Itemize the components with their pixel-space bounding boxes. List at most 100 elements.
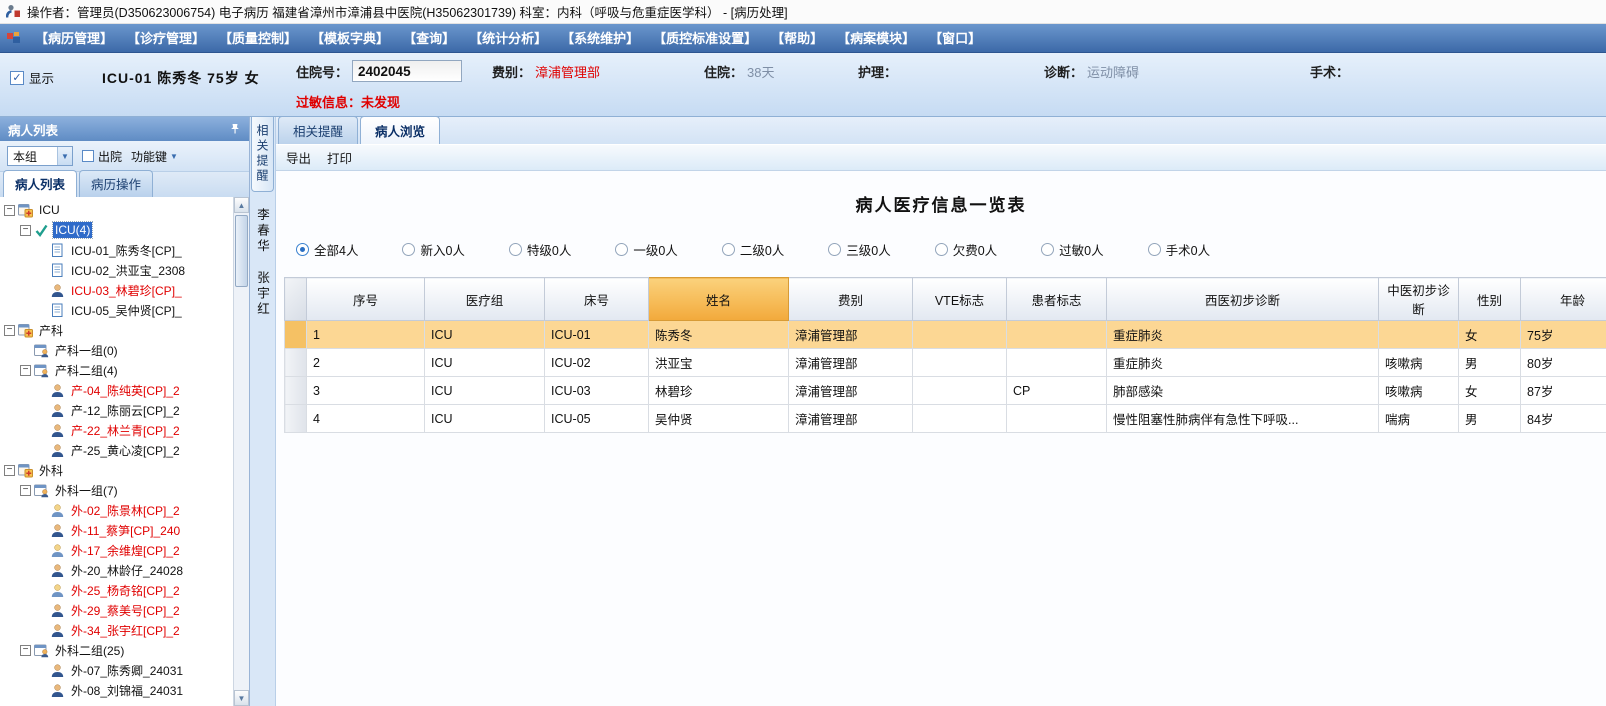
- menu-item[interactable]: 【系统维护】: [554, 24, 646, 53]
- cell[interactable]: ICU-03: [544, 376, 649, 405]
- tree-item[interactable]: 产-25_黄心凌[CP]_2: [0, 440, 232, 460]
- column-header[interactable]: 西医初步诊断: [1106, 277, 1379, 321]
- cell[interactable]: 84岁: [1520, 404, 1606, 433]
- cell[interactable]: 女: [1458, 376, 1521, 405]
- column-header[interactable]: 医疗组: [424, 277, 545, 321]
- menu-item[interactable]: 【病历管理】: [28, 24, 120, 53]
- cell[interactable]: 漳浦管理部: [788, 320, 913, 349]
- cell[interactable]: 陈秀冬: [648, 320, 789, 349]
- cell[interactable]: 漳浦管理部: [788, 376, 913, 405]
- tree-item[interactable]: 外-25_杨奇铭[CP]_2: [0, 580, 232, 600]
- expander-icon[interactable]: −: [20, 644, 31, 656]
- expander-icon[interactable]: −: [20, 364, 31, 376]
- sidebar-tab-1[interactable]: 病历操作: [79, 170, 154, 197]
- tree-item[interactable]: − 外科: [0, 460, 232, 480]
- cell[interactable]: 漳浦管理部: [788, 404, 913, 433]
- menu-item[interactable]: 【模板字典】: [304, 24, 396, 53]
- tree-item[interactable]: 外-11_蔡笋[CP]_240: [0, 520, 232, 540]
- cell[interactable]: 喘病: [1378, 404, 1459, 433]
- cell[interactable]: 肺部感染: [1106, 376, 1379, 405]
- collapsed-tab-related-reminders[interactable]: 相关提醒: [251, 117, 274, 192]
- expander-icon[interactable]: −: [20, 224, 31, 236]
- cell[interactable]: [912, 320, 1007, 349]
- main-tab-1[interactable]: 病人浏览: [360, 116, 441, 144]
- tree-item[interactable]: − 外科一组(7): [0, 480, 232, 500]
- filter-radio-4[interactable]: 二级0人: [721, 240, 784, 259]
- cell[interactable]: 4: [306, 404, 425, 433]
- strip-name-1[interactable]: 张宇红: [253, 271, 272, 318]
- expander-icon[interactable]: −: [4, 324, 15, 336]
- strip-name-0[interactable]: 李春华: [253, 208, 272, 255]
- cell[interactable]: 男: [1458, 348, 1521, 377]
- cell[interactable]: 1: [306, 320, 425, 349]
- tree-item[interactable]: 产-22_林兰青[CP]_2: [0, 420, 232, 440]
- cell[interactable]: 慢性阻塞性肺病伴有急性下呼吸...: [1106, 404, 1379, 433]
- column-header[interactable]: VTE标志: [912, 277, 1007, 321]
- cell[interactable]: 咳嗽病: [1378, 348, 1459, 377]
- tree-item[interactable]: 外-02_陈景林[CP]_2: [0, 500, 232, 520]
- cell[interactable]: ICU: [424, 348, 545, 377]
- cell[interactable]: 洪亚宝: [648, 348, 789, 377]
- cell[interactable]: 重症肺炎: [1106, 320, 1379, 349]
- cell[interactable]: [912, 376, 1007, 405]
- scroll-down-icon[interactable]: ▼: [234, 690, 249, 706]
- filter-radio-2[interactable]: 特级0人: [508, 240, 571, 259]
- menu-item[interactable]: 【诊疗管理】: [120, 24, 212, 53]
- tree-item[interactable]: ICU-05_吴仲贤[CP]_: [0, 300, 232, 320]
- column-header[interactable]: 序号: [306, 277, 425, 321]
- tree-item[interactable]: − ICU: [0, 200, 232, 220]
- pin-icon[interactable]: [229, 123, 241, 135]
- cell[interactable]: [912, 348, 1007, 377]
- cell[interactable]: 2: [306, 348, 425, 377]
- tree-item[interactable]: 外-29_蔡美号[CP]_2: [0, 600, 232, 620]
- tree-item[interactable]: 产-12_陈丽云[CP]_2: [0, 400, 232, 420]
- tree-item[interactable]: 产-04_陈纯英[CP]_2: [0, 380, 232, 400]
- column-header[interactable]: 患者标志: [1006, 277, 1107, 321]
- cell[interactable]: CP: [1006, 376, 1107, 405]
- filter-radio-5[interactable]: 三级0人: [828, 240, 891, 259]
- toolbar-button[interactable]: 导出: [286, 148, 311, 167]
- menu-item[interactable]: 【查询】: [396, 24, 462, 53]
- tree-item[interactable]: − 外科二组(25): [0, 640, 232, 660]
- main-tab-0[interactable]: 相关提醒: [278, 116, 359, 144]
- menu-item[interactable]: 【窗口】: [922, 24, 988, 53]
- filter-radio-1[interactable]: 新入0人: [402, 240, 465, 259]
- tree-scrollbar[interactable]: ▲ ▼: [233, 197, 249, 706]
- scrollbar-thumb[interactable]: [235, 215, 248, 287]
- cell[interactable]: ICU: [424, 404, 545, 433]
- tree-item[interactable]: − 产科二组(4): [0, 360, 232, 380]
- tree-item[interactable]: − ICU(4): [0, 220, 232, 240]
- admission-no-input[interactable]: 2402045: [352, 60, 463, 82]
- scroll-up-icon[interactable]: ▲: [234, 197, 249, 213]
- table-row[interactable]: 2 ICU ICU-02 洪亚宝 漳浦管理部 重症肺炎 咳嗽病男 80岁: [284, 348, 1606, 377]
- table-row[interactable]: 4 ICU ICU-05 吴仲贤 漳浦管理部 慢性阻塞性肺病伴有急性下呼吸... 喘病男 84…: [284, 404, 1606, 433]
- tree-item[interactable]: ICU-03_林碧珍[CP]_: [0, 280, 232, 300]
- cell[interactable]: 重症肺炎: [1106, 348, 1379, 377]
- cell[interactable]: [1006, 404, 1107, 433]
- table-row[interactable]: 1 ICU ICU-01 陈秀冬 漳浦管理部 重症肺炎 女 75岁: [284, 320, 1606, 349]
- filter-radio-0[interactable]: 全部4人: [296, 240, 358, 259]
- expander-icon[interactable]: −: [20, 484, 31, 496]
- table-row[interactable]: 3 ICU ICU-03 林碧珍 漳浦管理部 CP 肺部感染 咳嗽病女 87岁: [284, 376, 1606, 405]
- tree-item[interactable]: 外-20_林龄仔_24028: [0, 560, 232, 580]
- cell[interactable]: 75岁: [1520, 320, 1606, 349]
- discharge-checkbox[interactable]: 出院: [82, 148, 122, 165]
- column-header[interactable]: 性别: [1458, 277, 1521, 321]
- tree-item[interactable]: ICU-01_陈秀冬[CP]_: [0, 240, 232, 260]
- column-header[interactable]: 费别: [788, 277, 913, 321]
- column-header[interactable]: 中医初步诊断: [1378, 277, 1459, 321]
- filter-radio-3[interactable]: 一级0人: [615, 240, 678, 259]
- menu-item[interactable]: 【质控标准设置】: [646, 24, 764, 53]
- show-checkbox[interactable]: ✓ 显示: [10, 68, 54, 87]
- cell[interactable]: ICU: [424, 376, 545, 405]
- column-header[interactable]: 姓名: [648, 277, 789, 321]
- filter-radio-7[interactable]: 过敏0人: [1041, 240, 1104, 259]
- group-dropdown[interactable]: 本组 ▼: [7, 146, 73, 166]
- tree-item[interactable]: 产科一组(0): [0, 340, 232, 360]
- cell[interactable]: ICU: [424, 320, 545, 349]
- filter-radio-8[interactable]: 手术0人: [1147, 240, 1210, 259]
- sidebar-tab-0[interactable]: 病人列表: [3, 170, 78, 197]
- cell[interactable]: 吴仲贤: [648, 404, 789, 433]
- tree-item[interactable]: 外-17_余维煌[CP]_2: [0, 540, 232, 560]
- tree-item[interactable]: 外-34_张宇红[CP]_2: [0, 620, 232, 640]
